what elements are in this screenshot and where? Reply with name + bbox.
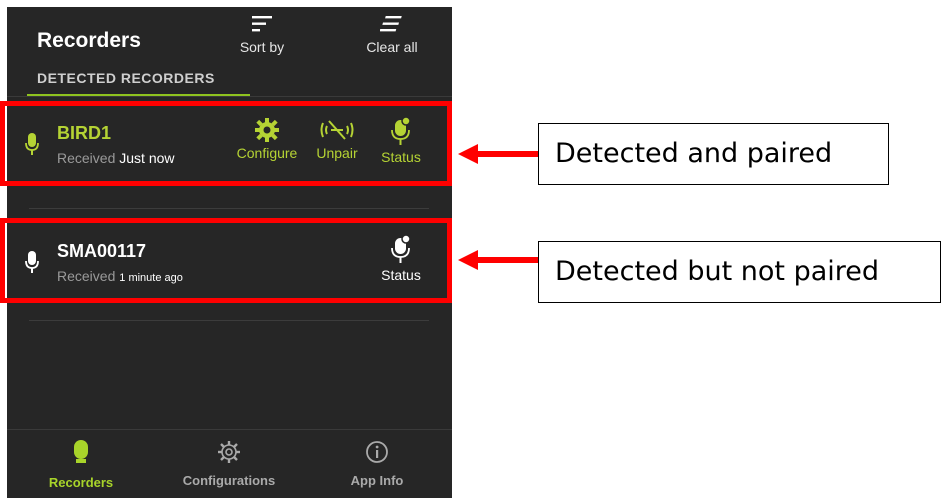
clear-all-icon	[380, 16, 402, 32]
not-paired-callout: Detected but not paired	[538, 241, 941, 303]
unpaired-highlight-box	[0, 218, 452, 303]
arrow-left-icon	[458, 144, 540, 164]
nav-app-info[interactable]: App Info	[303, 440, 451, 488]
info-icon	[366, 441, 388, 463]
paired-highlight-box	[0, 101, 452, 186]
nav-app-info-label: App Info	[350, 473, 404, 488]
bottom-navigation: Recorders Configurations App Info	[7, 429, 452, 498]
nav-recorders-label: Recorders	[48, 475, 114, 490]
clear-all-label: Clear all	[366, 39, 418, 55]
row-divider	[29, 208, 429, 209]
paired-callout: Detected and paired	[538, 123, 889, 185]
tab-detected-recorders[interactable]: DETECTED RECORDERS	[37, 70, 215, 86]
row-divider	[29, 320, 429, 321]
page-title: Recorders	[37, 29, 141, 52]
nav-recorders[interactable]: Recorders	[7, 440, 155, 490]
tab-baseline	[7, 96, 452, 97]
sort-by-button[interactable]: Sort by	[222, 15, 302, 55]
nav-configurations[interactable]: Configurations	[155, 440, 303, 488]
nav-configurations-label: Configurations	[182, 473, 276, 488]
gear-icon	[218, 441, 240, 463]
sort-by-label: Sort by	[239, 39, 285, 55]
microphone-icon	[74, 440, 88, 463]
active-tab-indicator	[27, 94, 250, 96]
clear-all-button[interactable]: Clear all	[352, 15, 432, 55]
arrow-left-icon	[458, 250, 540, 270]
app-header: Recorders Sort by Clear all DETECTED REC…	[7, 7, 452, 102]
sort-icon	[252, 16, 272, 32]
